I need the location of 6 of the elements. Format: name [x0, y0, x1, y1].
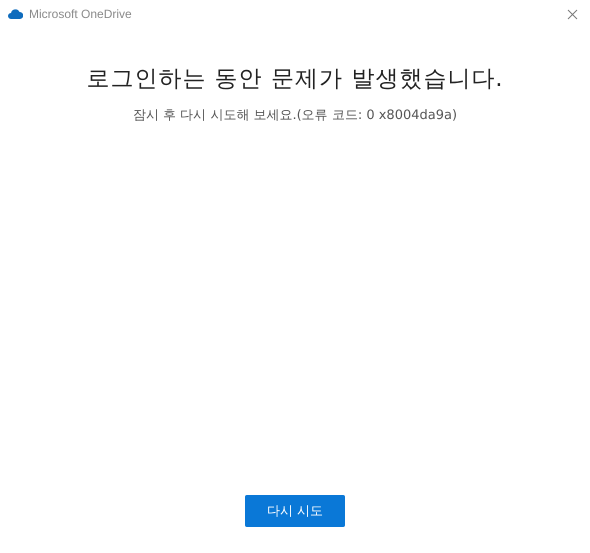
error-message: 잠시 후 다시 시도해 보세요.(오류 코드: 0 x8004da9a) — [132, 107, 458, 124]
window-title: Microsoft OneDrive — [29, 7, 132, 21]
error-heading: 로그인하는 동안 문제가 발생했습니다. — [85, 65, 505, 94]
close-icon[interactable] — [566, 8, 578, 20]
retry-button[interactable]: 다시 시도 — [245, 495, 345, 527]
cloud-icon — [8, 9, 23, 19]
